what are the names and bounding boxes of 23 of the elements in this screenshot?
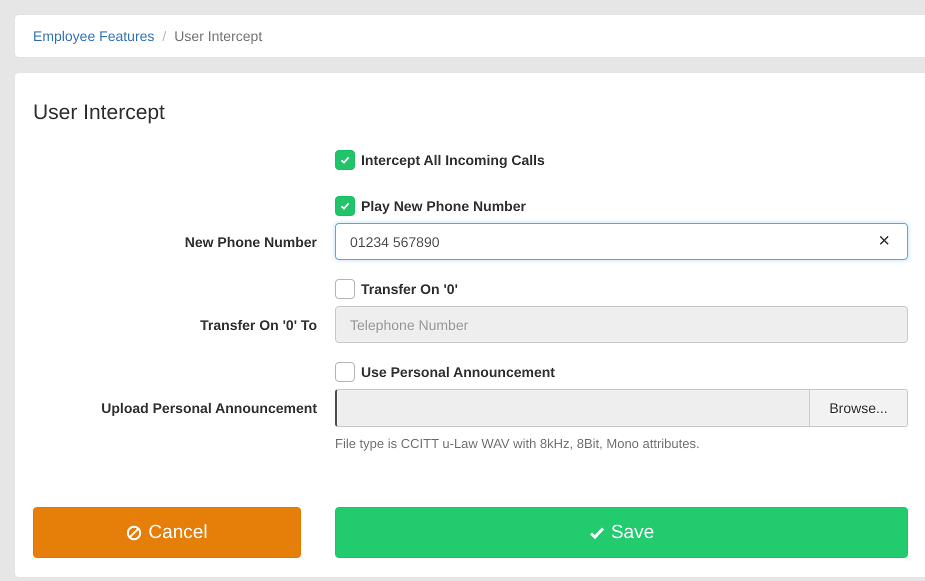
checkbox-label: Play New Phone Number (361, 198, 526, 214)
ban-icon (126, 524, 142, 540)
checkbox[interactable] (335, 279, 355, 299)
breadcrumb-current: User Intercept (174, 28, 262, 44)
check-icon (339, 200, 351, 212)
file-input-field[interactable] (335, 389, 810, 427)
checkbox[interactable] (335, 150, 355, 170)
browse-button[interactable]: Browse... (810, 389, 908, 427)
checkbox-label: Intercept All Incoming Calls (361, 152, 545, 168)
checkbox[interactable] (335, 196, 355, 216)
checkbox-label: Transfer On '0' (361, 281, 458, 297)
clear-button[interactable]: × (878, 230, 890, 252)
field-label: Transfer On '0' To (200, 316, 317, 332)
help-text: File type is CCITT u-Law WAV with 8kHz, 8Bit, Mono attributes. (335, 436, 701, 451)
breadcrumb-link[interactable]: Employee Features (33, 28, 154, 44)
check-icon (339, 154, 351, 166)
breadcrumb-separator: / (162, 28, 166, 44)
form-title: User Intercept (33, 101, 166, 125)
field-label: New Phone Number (184, 234, 317, 250)
field-label: Upload Personal Announcement (101, 400, 317, 416)
check-icon (588, 524, 605, 540)
checkbox-label: Use Personal Announcement (361, 364, 555, 380)
checkbox[interactable] (335, 362, 355, 382)
